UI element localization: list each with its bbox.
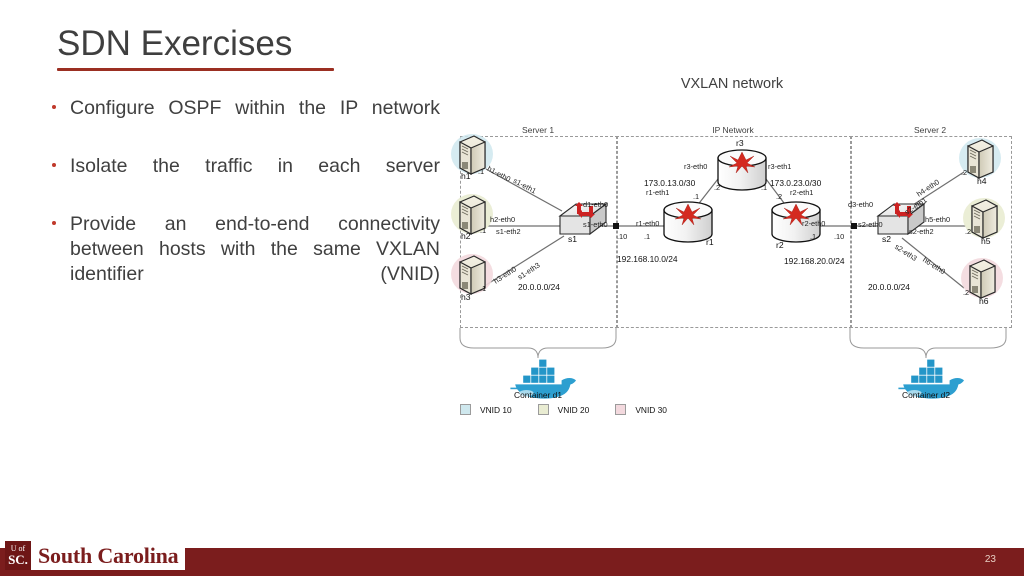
iface-h2-eth0: h2-eth0 <box>490 215 516 224</box>
router-r3-icon <box>717 149 767 191</box>
legend-swatch-icon <box>460 404 471 415</box>
ip-s1-uplink: .10 <box>617 232 628 241</box>
subnet-r1: 192.168.10.0/24 <box>617 254 678 264</box>
container-d2-leader <box>849 328 1007 359</box>
iface-r2-eth1: r2-eth1 <box>790 188 814 197</box>
host-ip-h4: .2 <box>961 168 968 177</box>
ip-r1-eth0: .1 <box>644 232 651 241</box>
switch-label-s2: s2 <box>882 234 892 244</box>
subnet-r3-right: 173.0.23.0/30 <box>770 178 822 188</box>
iface-d3-eth0: d3-eth0 <box>848 200 874 209</box>
router-label-r1: r1 <box>706 237 714 247</box>
uofsc-logo: U of SC. South Carolina <box>5 541 186 570</box>
host-h3-icon <box>451 254 493 296</box>
bullet-dot-icon <box>52 105 56 109</box>
iface-r1-eth1: r1-eth1 <box>646 188 670 197</box>
iface-r3-eth0: r3-eth0 <box>684 162 708 171</box>
ip-r2-eth0: .1 <box>810 232 817 241</box>
bullet-item-2: Isolate the traffic in each server <box>48 154 440 204</box>
page-title: SDN Exercises <box>57 24 293 63</box>
iface-d1-eth0: d1-eth0 <box>583 200 609 209</box>
legend-item-vnid-20: VNID 20 <box>537 404 590 415</box>
bullet-dot-icon <box>52 221 56 225</box>
host-ip-h5: .2 <box>965 227 972 236</box>
bullet-item-3: Provide an end-to-end connectivity betwe… <box>48 212 440 312</box>
switch-label-s1: s1 <box>568 234 578 244</box>
host-ip-h6: .2 <box>963 288 970 297</box>
container-d1-leader <box>459 328 617 359</box>
host-label-h4: h4 <box>977 176 987 186</box>
iface-s1-eth2: s1-eth2 <box>496 227 521 236</box>
uofsc-logo-mark-icon: U of SC. <box>5 541 31 570</box>
iface-s1-eth0: s1-eth0 <box>583 220 608 229</box>
host-ip-h3: .1 <box>480 284 487 293</box>
router-label-r2: r2 <box>776 240 784 250</box>
page-number: 23 <box>984 554 996 565</box>
subnet-server2: 20.0.0.0/24 <box>868 282 910 292</box>
ip-r3-eth0: .2 <box>714 183 721 192</box>
iface-r2-eth0: r2-eth0 <box>802 219 826 228</box>
host-label-h1: h1 <box>461 171 471 181</box>
legend-item-vnid-10: VNID 10 <box>460 404 512 415</box>
iface-r3-eth1: r3-eth1 <box>768 162 792 171</box>
legend-item-vnid-30: VNID 30 <box>615 404 667 415</box>
iface-r1-eth0: r1-eth0 <box>636 219 660 228</box>
vnid-legend: VNID 10 VNID 20 VNID 30 <box>460 404 693 415</box>
iface-h5-eth0: h5-eth0 <box>925 215 951 224</box>
ip-r3-eth1: .1 <box>761 183 768 192</box>
ip-s2-uplink: .10 <box>834 232 845 241</box>
router-label-r3: r3 <box>736 138 744 148</box>
subnet-r3-left: 173.0.13.0/30 <box>644 178 696 188</box>
iface-s2-eth2: s2-eth2 <box>909 227 934 236</box>
legend-label: VNID 30 <box>635 404 667 415</box>
bullet-dot-icon <box>52 163 56 167</box>
ip-r2-eth1: .2 <box>776 192 783 201</box>
uofsc-wordmark: South Carolina <box>31 541 186 570</box>
container-d2-label: Container d2 <box>902 390 950 400</box>
bullet-text: Provide an end-to-end connectivity betwe… <box>70 213 440 285</box>
ip-r1-eth1: .1 <box>693 192 700 201</box>
host-ip-h1: .1 <box>478 167 485 176</box>
title-underline <box>57 68 334 71</box>
diagram-canvas <box>451 134 1007 399</box>
host-h2-icon <box>451 194 493 236</box>
router-r1-icon <box>663 201 713 243</box>
subnet-server1: 20.0.0.0/24 <box>518 282 560 292</box>
vxlan-network-diagram: VXLAN network Server 1 IP Network Server… <box>450 76 1024 416</box>
boundary-node-left <box>613 223 619 229</box>
legend-swatch-icon <box>537 404 549 415</box>
bullet-text: Isolate the traffic in each server <box>70 155 440 177</box>
legend-label: VNID 10 <box>480 404 512 415</box>
host-ip-h2: .1 <box>480 226 487 235</box>
iface-s2-eth0: s2-eth0 <box>858 220 883 229</box>
host-label-h2: h2 <box>461 231 471 241</box>
container-d1-label: Container d1 <box>514 390 562 400</box>
host-label-h5: h5 <box>981 236 991 246</box>
bullet-list: Configure OSPF within the IP network Iso… <box>48 96 440 320</box>
logo-sc: SC. <box>8 552 28 567</box>
host-label-h6: h6 <box>979 296 989 306</box>
subnet-r2: 192.168.20.0/24 <box>784 256 845 266</box>
bullet-item-1: Configure OSPF within the IP network <box>48 96 440 146</box>
bullet-text: Configure OSPF within the IP network <box>70 97 440 119</box>
legend-swatch-icon <box>615 404 627 415</box>
legend-label: VNID 20 <box>557 404 590 415</box>
host-label-h3: h3 <box>461 292 471 302</box>
boundary-node-right <box>851 223 857 229</box>
